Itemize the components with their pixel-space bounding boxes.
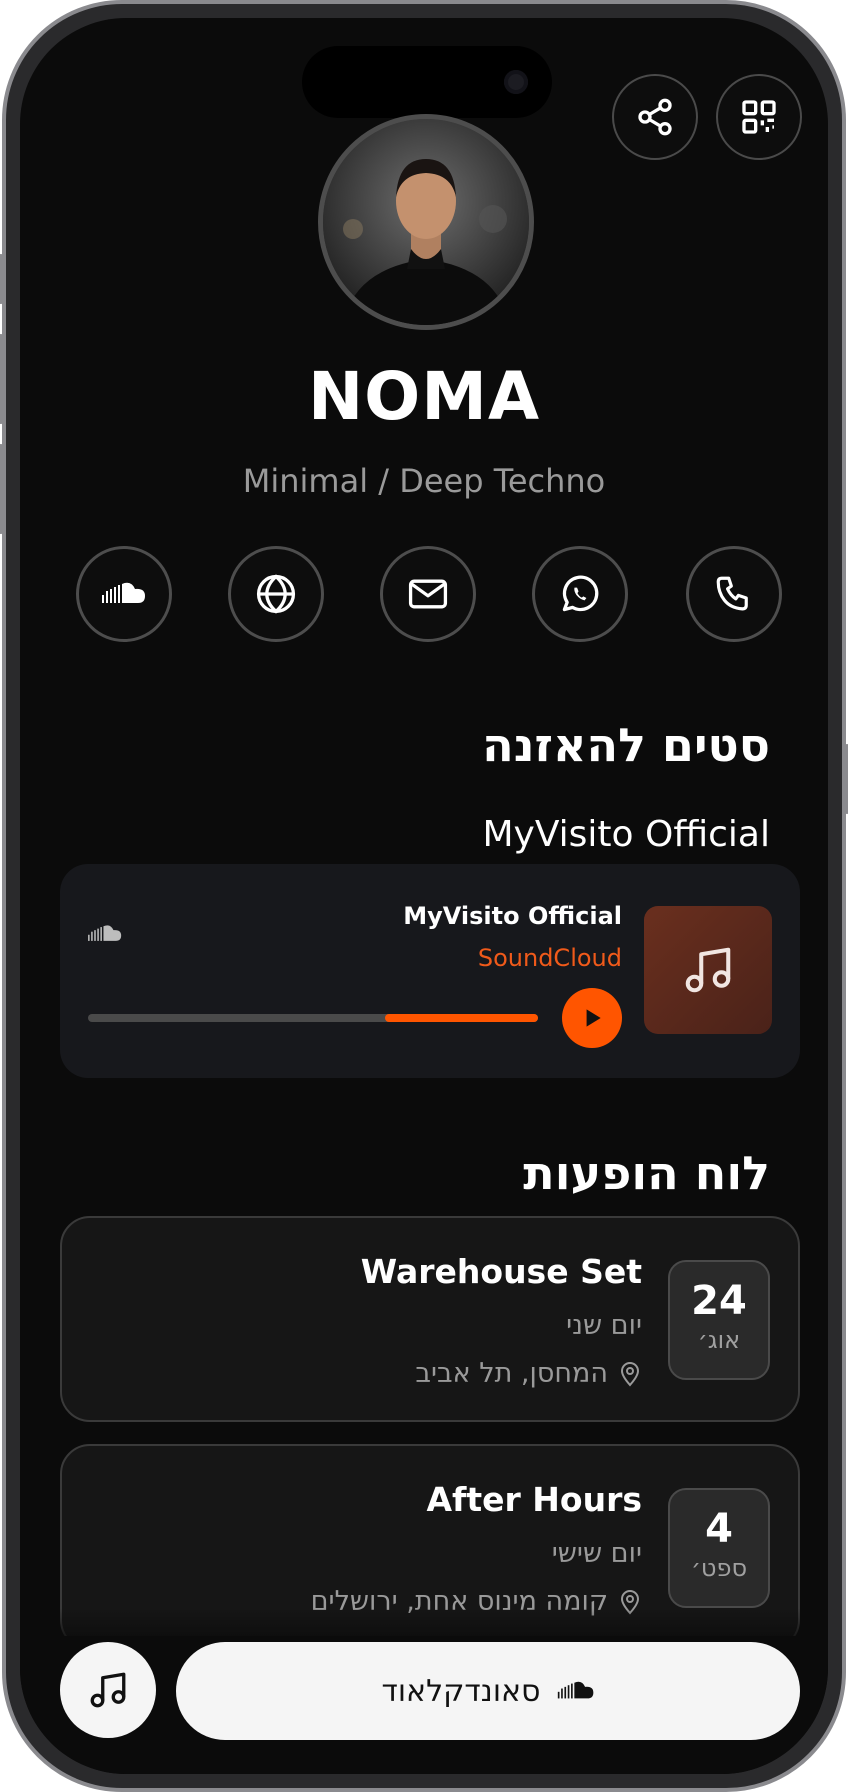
whatsapp-icon [562, 575, 599, 612]
event-weekday: יום שישי [551, 1538, 642, 1569]
volume-up-button [0, 334, 4, 424]
track-artwork [644, 906, 772, 1034]
event-date-month: ספט׳ [690, 1554, 748, 1582]
playback-progress-bar[interactable] [88, 1014, 538, 1022]
soundcloud-link-button[interactable] [76, 546, 172, 642]
sets-subheading: MyVisito Official [482, 814, 770, 855]
profile-genre: Minimal / Deep Techno [242, 462, 606, 500]
avatar-portrait-image [323, 119, 529, 325]
website-link-button[interactable] [228, 546, 324, 642]
track-source: SoundCloud [477, 944, 622, 972]
event-location: המחסן, תל אביב [415, 1358, 642, 1389]
event-date: 4 ספט׳ [668, 1488, 770, 1608]
whatsapp-link-button[interactable] [532, 546, 628, 642]
event-weekday: יום שני [566, 1310, 642, 1341]
soundcloud-player[interactable]: MyVisito Official SoundCloud [60, 864, 800, 1078]
profile-name: NOMA [307, 358, 541, 435]
play-icon [586, 1009, 601, 1027]
soundcloud-cta-label: סאונדקלאוד [381, 1673, 541, 1709]
music-note-icon [90, 1672, 126, 1708]
dynamic-island [302, 46, 552, 118]
music-note-icon [685, 947, 731, 993]
soundcloud-logo-icon [86, 924, 124, 948]
event-card[interactable]: 24 אוג׳ Warehouse Set יום שני המחסן, תל … [60, 1216, 800, 1422]
share-icon [638, 98, 672, 136]
event-date-day: 24 [691, 1278, 747, 1324]
side-button [0, 254, 4, 304]
soundcloud-icon [557, 1681, 593, 1699]
location-pin-icon [620, 1361, 640, 1387]
events-heading: לוח הופעות [523, 1146, 770, 1200]
phone-frame: NOMA Minimal / Deep Techno סטים להאזנה M… [0, 0, 848, 1792]
camera-icon [504, 70, 528, 94]
sets-heading: סטים להאזנה [482, 718, 770, 772]
power-button [844, 744, 848, 814]
event-title: After Hours [426, 1480, 642, 1519]
event-date-month: אוג׳ [697, 1326, 741, 1354]
phone-link-button[interactable] [686, 546, 782, 642]
qr-code-button[interactable] [716, 74, 802, 160]
soundcloud-icon [102, 582, 145, 603]
music-player-button[interactable] [60, 1642, 156, 1738]
avatar [318, 114, 534, 330]
phone-icon [716, 576, 748, 611]
event-date: 24 אוג׳ [668, 1260, 770, 1380]
share-button[interactable] [612, 74, 698, 160]
playback-progress-fill [385, 1014, 538, 1022]
screen: NOMA Minimal / Deep Techno סטים להאזנה M… [20, 18, 828, 1774]
event-title: Warehouse Set [360, 1252, 642, 1291]
volume-down-button [0, 444, 4, 534]
track-title: MyVisito Official [403, 902, 622, 930]
qr-code-icon [742, 100, 776, 134]
play-button[interactable] [562, 988, 622, 1048]
email-link-button[interactable] [380, 546, 476, 642]
globe-icon [256, 574, 296, 614]
event-location-text: המחסן, תל אביב [415, 1358, 608, 1389]
soundcloud-cta-button[interactable]: סאונדקלאוד [176, 1642, 800, 1740]
mail-icon [408, 579, 448, 609]
event-date-day: 4 [705, 1506, 733, 1552]
